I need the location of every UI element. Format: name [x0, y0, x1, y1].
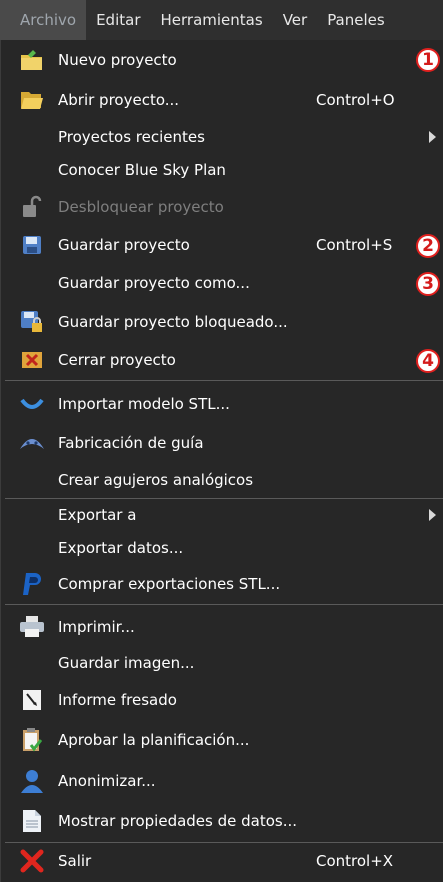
menu-paneles[interactable]: Paneles — [317, 0, 395, 40]
menu-item-label: Anonimizar... — [58, 772, 156, 790]
menu-item-importar-modelo-stl[interactable]: Importar modelo STL... — [1, 387, 443, 421]
menu-item-anonimizar[interactable]: Anonimizar... — [1, 764, 443, 798]
printer-icon — [19, 614, 45, 640]
menu-item-label: Abrir proyecto... — [58, 91, 180, 109]
menu-item-label: Mostrar propiedades de datos... — [58, 812, 298, 830]
menu-separator — [5, 842, 443, 843]
menu-item-label: Salir — [58, 852, 92, 870]
menu-item-salir[interactable]: Salir Control+X — [1, 844, 443, 878]
menu-item-exportar-a[interactable]: Exportar a — [1, 498, 443, 532]
menu-item-aprobar-la-planificacion[interactable]: Aprobar la planificación... — [1, 723, 443, 757]
menu-ver[interactable]: Ver — [273, 0, 318, 40]
floppy-disk-icon — [19, 232, 45, 258]
menu-item-label: Conocer Blue Sky Plan — [58, 161, 226, 179]
menu-item-label: Importar modelo STL... — [58, 395, 230, 413]
menu-item-mostrar-propiedades-de-datos[interactable]: Mostrar propiedades de datos... — [1, 804, 443, 838]
menu-archivo[interactable]: Archivo — [0, 0, 87, 40]
menu-item-abrir-proyecto[interactable]: Abrir proyecto... Control+O — [1, 83, 443, 117]
menu-item-proyectos-recientes[interactable]: Proyectos recientes — [1, 120, 443, 154]
menu-item-desbloquear-proyecto: Desbloquear proyecto — [1, 190, 443, 224]
menu-item-label: Exportar datos... — [58, 539, 184, 557]
callout-badge-4: 4 — [416, 349, 440, 373]
submenu-arrow-icon — [429, 131, 436, 143]
menu-item-nuevo-proyecto[interactable]: Nuevo proyecto — [1, 43, 443, 77]
menu-item-label: Cerrar proyecto — [58, 351, 176, 369]
menu-item-label: Guardar proyecto como... — [58, 274, 250, 292]
menu-item-label: Imprimir... — [58, 618, 135, 636]
milling-report-icon — [19, 687, 45, 713]
red-x-icon — [19, 848, 45, 874]
menu-item-guardar-proyecto-como[interactable]: Guardar proyecto como... — [1, 266, 443, 300]
menu-item-exportar-datos[interactable]: Exportar datos... — [1, 531, 443, 565]
new-project-folder-icon — [19, 47, 45, 73]
menu-item-guardar-imagen[interactable]: Guardar imagen... — [1, 646, 443, 680]
clipboard-check-icon — [19, 727, 45, 753]
menu-bar: Archivo Editar Herramientas Ver Paneles — [0, 0, 443, 40]
menu-item-label: Guardar imagen... — [58, 654, 195, 672]
callout-badge-1: 1 — [416, 48, 440, 72]
menu-item-comprar-exportaciones-stl[interactable]: Comprar exportaciones STL... — [1, 567, 443, 601]
submenu-arrow-icon — [429, 509, 436, 521]
menu-item-label: Aprobar la planificación... — [58, 731, 250, 749]
menu-separator — [5, 380, 443, 381]
callout-badge-2: 2 — [416, 234, 440, 258]
archivo-dropdown-menu: Nuevo proyecto Abrir proyecto... Control… — [0, 40, 443, 882]
menu-item-label: Guardar proyecto — [58, 236, 190, 254]
callout-badge-3: 3 — [416, 272, 440, 296]
menu-item-crear-agujeros-analogicos[interactable]: Crear agujeros analógicos — [1, 463, 443, 497]
menu-item-label: Exportar a — [58, 506, 137, 524]
menu-item-label: Informe fresado — [58, 691, 177, 709]
floppy-lock-icon — [19, 309, 45, 335]
menu-item-guardar-proyecto[interactable]: Guardar proyecto Control+S — [1, 228, 443, 262]
menu-item-label: Crear agujeros analógicos — [58, 471, 254, 489]
unlock-padlock-icon — [19, 194, 45, 220]
menu-item-label: Nuevo proyecto — [58, 51, 177, 69]
menu-item-fabricacion-de-guia[interactable]: Fabricación de guía — [1, 426, 443, 460]
document-icon — [19, 808, 45, 834]
menu-item-imprimir[interactable]: Imprimir... — [1, 610, 443, 644]
menu-item-label: Desbloquear proyecto — [58, 198, 224, 216]
paypal-icon — [19, 571, 45, 597]
surgical-guide-icon — [19, 430, 45, 456]
shortcut-label: Control+S — [316, 236, 393, 254]
menu-item-label: Comprar exportaciones STL... — [58, 575, 281, 593]
user-silhouette-icon — [19, 768, 45, 794]
menu-item-guardar-proyecto-bloqueado[interactable]: Guardar proyecto bloqueado... — [1, 305, 443, 339]
menu-editar[interactable]: Editar — [86, 0, 150, 40]
menu-item-informe-fresado[interactable]: Informe fresado — [1, 683, 443, 717]
menu-item-conocer-blue-sky-plan[interactable]: Conocer Blue Sky Plan — [1, 153, 443, 187]
menu-item-cerrar-proyecto[interactable]: Cerrar proyecto — [1, 343, 443, 377]
shortcut-label: Control+X — [316, 852, 394, 870]
menu-item-label: Guardar proyecto bloqueado... — [58, 313, 288, 331]
menu-item-label: Proyectos recientes — [58, 128, 205, 146]
dental-arch-icon — [19, 391, 45, 417]
close-project-icon — [19, 347, 45, 373]
menu-item-label: Fabricación de guía — [58, 434, 204, 452]
menu-separator — [5, 604, 443, 605]
shortcut-label: Control+O — [316, 91, 395, 109]
open-folder-icon — [19, 87, 45, 113]
menu-herramientas[interactable]: Herramientas — [151, 0, 273, 40]
